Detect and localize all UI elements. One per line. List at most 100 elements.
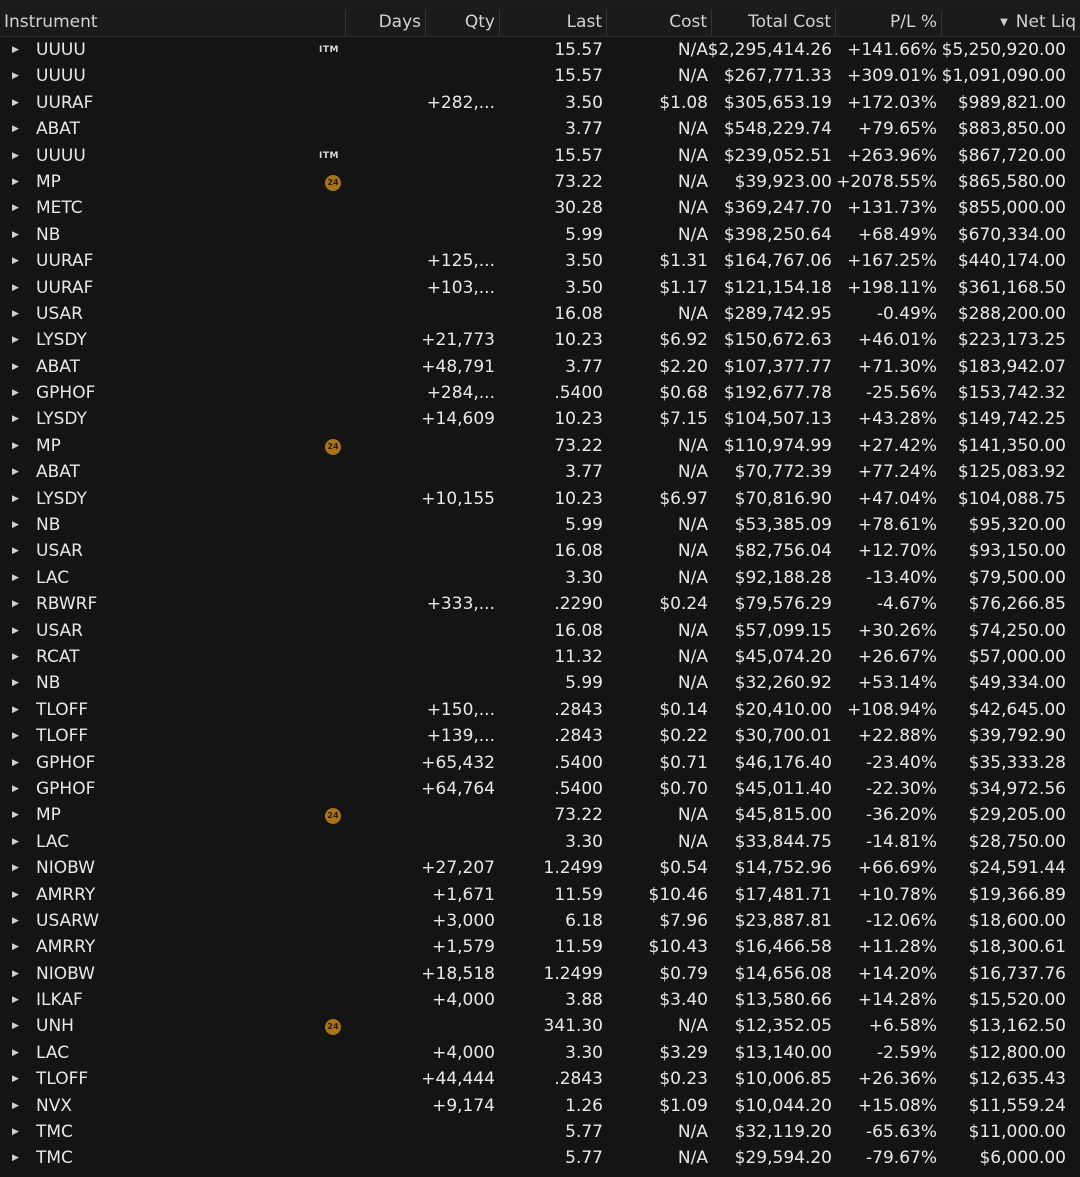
expand-triangle-icon[interactable]: ▶ — [12, 591, 19, 617]
col-header-pl-pct[interactable]: P/L % — [836, 10, 942, 36]
table-row[interactable]: ▶ GPHOF +64,764 .5400 $0.70 $45,011.40 -22.30%… — [0, 776, 1080, 802]
instrument-symbol: NVX — [36, 1095, 72, 1116]
col-header-last[interactable]: Last — [500, 10, 607, 36]
table-row[interactable]: ▶ UURAF +125,... 3.50 $1.31 $164,767.06 +167.2… — [0, 248, 1080, 274]
table-row[interactable]: ▶ UURAF +282,... 3.50 $1.08 $305,653.19 +172.0… — [0, 90, 1080, 116]
table-row[interactable]: ▶ UNH 24 341.30 N/A $12,352.05 +6.58% $13,162.5… — [0, 1013, 1080, 1039]
table-row[interactable]: ▶ TMC 5.77 N/A $32,119.20 -65.63% $11,000.00 — [0, 1119, 1080, 1145]
col-header-instrument[interactable]: Instrument — [0, 10, 346, 36]
expand-triangle-icon[interactable]: ▶ — [12, 1145, 19, 1171]
col-header-cost[interactable]: Cost — [607, 10, 712, 36]
table-row[interactable]: ▶ USAR 16.08 N/A $82,756.04 +12.70% $93,150.00 — [0, 538, 1080, 564]
table-row[interactable]: ▶ MP 24 73.22 N/A $45,815.00 -36.20% $29,205.00 — [0, 802, 1080, 828]
expand-triangle-icon[interactable]: ▶ — [12, 565, 19, 591]
col-header-days[interactable]: Days — [346, 10, 426, 36]
expand-triangle-icon[interactable]: ▶ — [12, 1093, 19, 1119]
expand-triangle-icon[interactable]: ▶ — [12, 987, 19, 1013]
total-cost-cell: $104,507.13 — [723, 409, 832, 430]
expand-triangle-icon[interactable]: ▶ — [12, 90, 19, 116]
table-row[interactable]: ▶ METC 30.28 N/A $369,247.70 +131.73% $855,000… — [0, 195, 1080, 221]
expand-triangle-icon[interactable]: ▶ — [12, 1066, 19, 1092]
col-header-total-cost[interactable]: Total Cost — [712, 10, 836, 36]
table-row[interactable]: ▶ UUUU 15.57 N/A $267,771.33 +309.01% $1,091,0… — [0, 63, 1080, 89]
expand-triangle-icon[interactable]: ▶ — [12, 143, 19, 169]
expand-triangle-icon[interactable]: ▶ — [12, 459, 19, 485]
table-row[interactable]: ▶ NVX +9,174 1.26 $1.09 $10,044.20 +15.08% $11,… — [0, 1093, 1080, 1119]
expand-triangle-icon[interactable]: ▶ — [12, 354, 19, 380]
expand-triangle-icon[interactable]: ▶ — [12, 169, 19, 195]
table-row[interactable]: ▶ UUUU ITM 15.57 N/A $239,052.51 +263.96% $867,… — [0, 143, 1080, 169]
table-row[interactable]: ▶ MP 24 73.22 N/A $110,974.99 +27.42% $141,350.… — [0, 433, 1080, 459]
table-row[interactable]: ▶ USAR 16.08 N/A $57,099.15 +30.26% $74,250.00 — [0, 618, 1080, 644]
expand-triangle-icon[interactable]: ▶ — [12, 670, 19, 696]
table-row[interactable]: ▶ TLOFF +44,444 .2843 $0.23 $10,006.85 +26.36%… — [0, 1066, 1080, 1092]
table-row[interactable]: ▶ ABAT 3.77 N/A $70,772.39 +77.24% $125,083.92 — [0, 459, 1080, 485]
table-row[interactable]: ▶ LAC 3.30 N/A $92,188.28 -13.40% $79,500.00 — [0, 565, 1080, 591]
table-row[interactable]: ▶ MP 24 73.22 N/A $39,923.00 +2078.55% $865,580… — [0, 169, 1080, 195]
expand-triangle-icon[interactable]: ▶ — [12, 327, 19, 353]
expand-triangle-icon[interactable]: ▶ — [12, 486, 19, 512]
expand-triangle-icon[interactable]: ▶ — [12, 63, 19, 89]
table-row[interactable]: ▶ LYSDY +10,155 10.23 $6.97 $70,816.90 +47.04%… — [0, 486, 1080, 512]
table-row[interactable]: ▶ NB 5.99 N/A $32,260.92 +53.14% $49,334.00 — [0, 670, 1080, 696]
table-row[interactable]: ▶ ABAT +48,791 3.77 $2.20 $107,377.77 +71.30% $… — [0, 354, 1080, 380]
table-row[interactable]: ▶ USARW +3,000 6.18 $7.96 $23,887.81 -12.06% $1… — [0, 908, 1080, 934]
expand-triangle-icon[interactable]: ▶ — [12, 301, 19, 327]
expand-triangle-icon[interactable]: ▶ — [12, 275, 19, 301]
expand-triangle-icon[interactable]: ▶ — [12, 934, 19, 960]
table-row[interactable]: ▶ RBWRF +333,... .2290 $0.24 $79,576.29 -4.67%… — [0, 591, 1080, 617]
expand-triangle-icon[interactable]: ▶ — [12, 37, 19, 63]
expand-triangle-icon[interactable]: ▶ — [12, 908, 19, 934]
table-row[interactable]: ▶ AMRRY +1,671 11.59 $10.46 $17,481.71 +10.78%… — [0, 882, 1080, 908]
table-row[interactable]: ▶ TMC 5.77 N/A $29,594.20 -79.67% $6,000.00 — [0, 1145, 1080, 1171]
expand-triangle-icon[interactable]: ▶ — [12, 776, 19, 802]
table-row[interactable]: ▶ UUUU ITM 15.57 N/A $2,295,414.26 +141.66% $5,… — [0, 37, 1080, 63]
expand-triangle-icon[interactable]: ▶ — [12, 380, 19, 406]
expand-triangle-icon[interactable]: ▶ — [12, 618, 19, 644]
expand-triangle-icon[interactable]: ▶ — [12, 644, 19, 670]
table-row[interactable]: ▶ NB 5.99 N/A $398,250.64 +68.49% $670,334.00 — [0, 222, 1080, 248]
table-row[interactable]: ▶ LAC 3.30 N/A $33,844.75 -14.81% $28,750.00 — [0, 829, 1080, 855]
expand-triangle-icon[interactable]: ▶ — [12, 512, 19, 538]
table-row[interactable]: ▶ NIOBW +18,518 1.2499 $0.79 $14,656.08 +14.20… — [0, 961, 1080, 987]
table-row[interactable]: ▶ TLOFF +150,... .2843 $0.14 $20,410.00 +108.9… — [0, 697, 1080, 723]
table-row[interactable]: ▶ LYSDY +21,773 10.23 $6.92 $150,672.63 +46.01… — [0, 327, 1080, 353]
expand-triangle-icon[interactable]: ▶ — [12, 802, 19, 828]
table-row[interactable]: ▶ NIOBW +27,207 1.2499 $0.54 $14,752.96 +66.69… — [0, 855, 1080, 881]
expand-triangle-icon[interactable]: ▶ — [12, 222, 19, 248]
table-row[interactable]: ▶ LAC +4,000 3.30 $3.29 $13,140.00 -2.59% $12,8… — [0, 1040, 1080, 1066]
expand-triangle-icon[interactable]: ▶ — [12, 406, 19, 432]
col-header-net-liq[interactable]: ▼ Net Liq — [942, 10, 1080, 36]
table-row[interactable]: ▶ LYSDY +14,609 10.23 $7.15 $104,507.13 +43.28… — [0, 406, 1080, 432]
expand-triangle-icon[interactable]: ▶ — [12, 961, 19, 987]
expand-triangle-icon[interactable]: ▶ — [12, 433, 19, 459]
table-row[interactable]: ▶ GPHOF +65,432 .5400 $0.71 $46,176.40 -23.40%… — [0, 750, 1080, 776]
net-liq-cell: $989,821.00 — [957, 92, 1066, 113]
table-row[interactable]: ▶ UURAF +103,... 3.50 $1.17 $121,154.18 +198.1… — [0, 275, 1080, 301]
net-liq-cell: $149,742.25 — [957, 409, 1066, 430]
table-row[interactable]: ▶ RCAT 11.32 N/A $45,074.20 +26.67% $57,000.00 — [0, 644, 1080, 670]
table-row[interactable]: ▶ GPHOF +284,... .5400 $0.68 $192,677.78 -25.5… — [0, 380, 1080, 406]
expand-triangle-icon[interactable]: ▶ — [12, 116, 19, 142]
col-header-qty[interactable]: Qty — [426, 10, 500, 36]
table-row[interactable]: ▶ NB 5.99 N/A $53,385.09 +78.61% $95,320.00 — [0, 512, 1080, 538]
expand-triangle-icon[interactable]: ▶ — [12, 750, 19, 776]
expand-triangle-icon[interactable]: ▶ — [12, 1119, 19, 1145]
table-row[interactable]: ▶ ABAT 3.77 N/A $548,229.74 +79.65% $883,850.0… — [0, 116, 1080, 142]
expand-triangle-icon[interactable]: ▶ — [12, 538, 19, 564]
expand-triangle-icon[interactable]: ▶ — [12, 723, 19, 749]
sort-descending-icon[interactable]: ▼ — [1000, 17, 1008, 28]
expand-triangle-icon[interactable]: ▶ — [12, 855, 19, 881]
table-row[interactable]: ▶ TLOFF +139,... .2843 $0.22 $30,700.01 +22.88… — [0, 723, 1080, 749]
expand-triangle-icon[interactable]: ▶ — [12, 1040, 19, 1066]
table-row[interactable]: ▶ AMRRY +1,579 11.59 $10.43 $16,466.58 +11.28%… — [0, 934, 1080, 960]
expand-triangle-icon[interactable]: ▶ — [12, 829, 19, 855]
expand-triangle-icon[interactable]: ▶ — [12, 882, 19, 908]
pl-pct-cell: +172.03% — [847, 92, 937, 113]
expand-triangle-icon[interactable]: ▶ — [12, 195, 19, 221]
table-row[interactable]: ▶ USAR 16.08 N/A $289,742.95 -0.49% $288,200.0… — [0, 301, 1080, 327]
expand-triangle-icon[interactable]: ▶ — [12, 248, 19, 274]
expand-triangle-icon[interactable]: ▶ — [12, 1013, 19, 1039]
table-row[interactable]: ▶ ILKAF +4,000 3.88 $3.40 $13,580.66 +14.28% $1… — [0, 987, 1080, 1013]
expand-triangle-icon[interactable]: ▶ — [12, 697, 19, 723]
